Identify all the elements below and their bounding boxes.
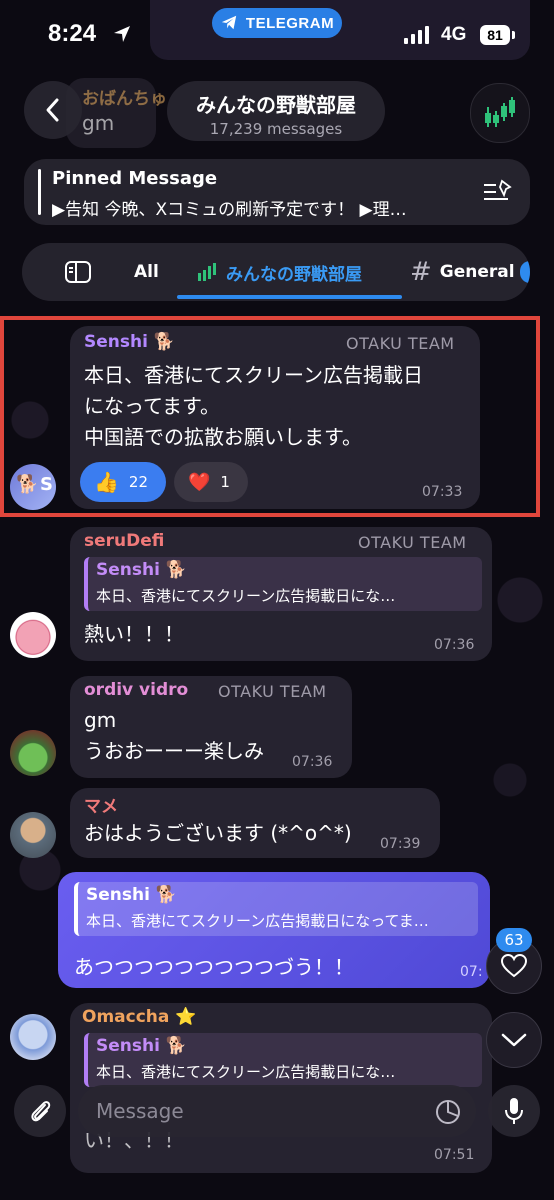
heart-outline-icon <box>501 954 527 978</box>
quote-text: 本日、香港にてスクリーン広告掲載日にな… <box>96 587 396 605</box>
message-sender: おばんちゅ <box>82 89 167 109</box>
message-bubble[interactable]: ordiv vidro OTAKU TEAM gm うおおーーー楽しみ 07:3… <box>70 676 352 778</box>
chat-title: みんなの野獣部屋 <box>196 93 356 117</box>
message-text-line: あつつつつつつつつつづう！！ <box>74 955 354 979</box>
tab-sidebar[interactable] <box>64 243 92 301</box>
avatar[interactable] <box>10 812 56 858</box>
message-sender: ordiv vidro <box>84 680 189 700</box>
outgoing-message-bubble[interactable]: Senshi 🐕 本日、香港にてスクリーン広告掲載日になってま… あつつつつつつ… <box>58 872 490 988</box>
topic-tabs: All みんなの野獣部屋 # General <box>22 243 530 301</box>
attach-button[interactable] <box>14 1085 66 1137</box>
pinned-indicator <box>38 169 41 215</box>
message-input-placeholder: Message <box>96 1099 184 1123</box>
message-text: gm <box>82 111 115 135</box>
avatar[interactable] <box>10 1014 56 1060</box>
paperclip-icon <box>31 1101 51 1122</box>
message-time: 07:36 <box>292 754 333 770</box>
network-type: 4G <box>441 24 467 45</box>
battery-tip <box>512 31 515 39</box>
member-tag: OTAKU TEAM <box>218 682 327 701</box>
message-sender: マメ <box>84 797 118 817</box>
reply-quote[interactable]: Senshi 🐕 本日、香港にてスクリーン広告掲載日になってま… <box>74 882 478 936</box>
reply-quote[interactable]: Senshi 🐕 本日、香港にてスクリーン広告掲載日にな… <box>84 557 482 611</box>
telegram-pill-label: TELEGRAM <box>245 14 335 32</box>
reply-quote[interactable]: Senshi 🐕 本日、香港にてスクリーン広告掲載日にな… <box>84 1033 482 1087</box>
unread-badge <box>520 261 530 283</box>
member-tag: OTAKU TEAM <box>358 533 467 552</box>
message-text-line: gm <box>84 708 117 732</box>
chat-title-pill[interactable]: みんなの野獣部屋 17,239 messages <box>167 81 385 141</box>
tab-label: みんなの野獣部屋 <box>226 264 362 285</box>
tab-general[interactable]: # General <box>410 243 515 301</box>
message-bubble[interactable]: マメ おはようございます (*^o^*) 07:39 <box>70 788 440 858</box>
chevron-left-icon <box>46 98 59 122</box>
message-time: 07:39 <box>380 836 421 852</box>
signal-strength-icon <box>404 26 429 44</box>
telegram-pill[interactable]: TELEGRAM <box>212 8 342 38</box>
active-tab-indicator <box>177 295 402 299</box>
candlestick-chart-icon <box>198 263 216 281</box>
message-text-line: 熱い！！！ <box>84 622 184 646</box>
quote-text: 本日、香港にてスクリーン広告掲載日になってま… <box>86 912 429 930</box>
paper-plane-icon <box>221 15 237 30</box>
tab-all[interactable]: All <box>134 243 159 301</box>
avatar[interactable] <box>10 612 56 658</box>
tab-all-label: All <box>134 262 159 282</box>
voice-record-button[interactable] <box>488 1085 540 1137</box>
quote-text: 本日、香港にてスクリーン広告掲載日にな… <box>96 1063 396 1081</box>
tab-general-label: General <box>439 262 515 282</box>
scroll-down-button[interactable] <box>486 1012 542 1068</box>
location-arrow-icon <box>112 24 132 49</box>
message-time: 07:51 <box>434 1147 475 1163</box>
message-text-line: うおおーーー楽しみ <box>84 739 264 763</box>
pinned-text: ▶告知 今晩、Xコミュの刷新予定です！ ▶理… <box>52 200 407 220</box>
quote-sender: Senshi 🐕 <box>86 885 178 905</box>
pin-list-icon[interactable] <box>482 179 514 209</box>
microphone-icon <box>505 1098 523 1124</box>
message-sender: Omaccha ⭐ <box>82 1007 197 1027</box>
chat-avatar-button[interactable] <box>470 83 530 143</box>
quote-sender: Senshi 🐕 <box>96 560 188 580</box>
hash-icon: # <box>410 257 432 287</box>
quote-sender: Senshi 🐕 <box>96 1036 188 1056</box>
message-sender: seruDefi <box>84 531 165 551</box>
sticker-icon[interactable] <box>434 1098 462 1130</box>
battery-icon: 81 <box>480 25 510 45</box>
annotation-highlight-box <box>0 316 540 517</box>
status-time: 8:24 <box>48 20 97 47</box>
sidebar-icon <box>65 261 91 283</box>
message-text-line: おはようございます (*^o^*) <box>84 821 352 845</box>
candlestick-chart-icon <box>485 97 515 127</box>
pinned-message-bar[interactable]: Pinned Message ▶告知 今晩、Xコミュの刷新予定です！ ▶理… <box>24 159 530 225</box>
message-time: 07:36 <box>434 637 475 653</box>
message-time: 07: <box>460 964 483 980</box>
reaction-count-badge: 63 <box>496 928 532 952</box>
back-button[interactable] <box>24 81 82 139</box>
message-count: 17,239 messages <box>209 120 343 138</box>
pinned-title: Pinned Message <box>52 168 218 189</box>
chevron-down-icon <box>501 1033 527 1047</box>
avatar[interactable] <box>10 730 56 776</box>
message-bubble[interactable]: seruDefi OTAKU TEAM Senshi 🐕 本日、香港にてスクリー… <box>70 527 492 661</box>
message-input[interactable]: Message <box>78 1085 476 1137</box>
tab-minna-no-yajuu-beya[interactable]: みんなの野獣部屋 <box>196 243 362 301</box>
